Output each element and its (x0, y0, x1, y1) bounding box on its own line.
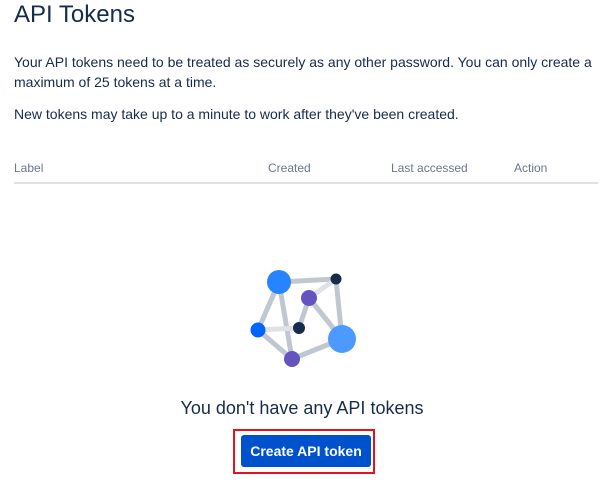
column-header-created: Created (268, 161, 311, 175)
column-header-label: Label (14, 161, 44, 175)
create-api-token-button[interactable]: Create API token (241, 435, 371, 467)
description-note: New tokens may take up to a minute to wo… (14, 106, 459, 122)
api-tokens-page: API Tokens Your API tokens need to be tr… (0, 0, 604, 490)
tokens-table-header: Label Created Last accessed Action (14, 158, 598, 184)
empty-state-message: You don't have any API tokens (180, 398, 424, 418)
description-text: Your API tokens need to be treated as se… (14, 54, 592, 90)
column-header-last-accessed: Last accessed (391, 161, 468, 175)
page-title: API Tokens (14, 1, 135, 28)
column-header-action: Action (514, 161, 548, 175)
network-graph-icon (242, 266, 362, 370)
